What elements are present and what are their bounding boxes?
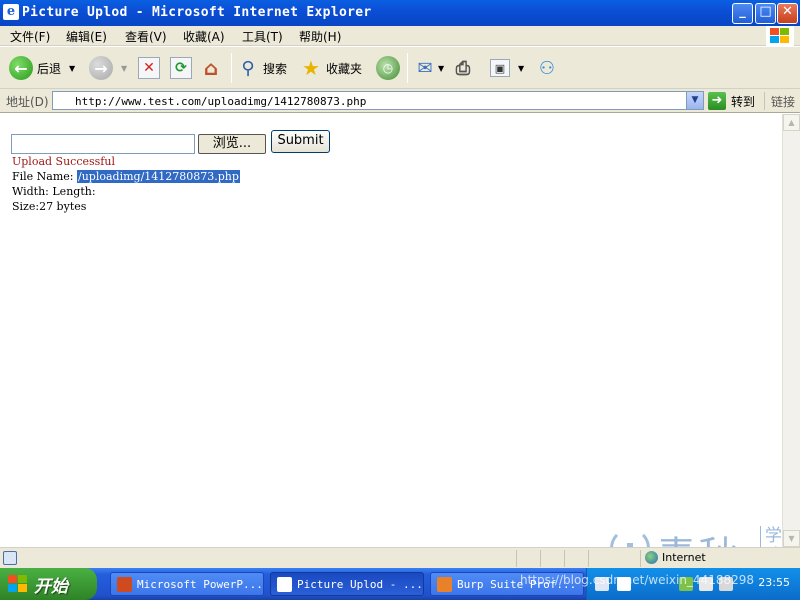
links-button[interactable]: 链接 <box>771 93 795 110</box>
page-icon <box>56 94 70 108</box>
scroll-up-icon[interactable]: ▲ <box>783 114 800 131</box>
status-pane <box>640 550 641 567</box>
search-icon: ⚲ <box>241 57 255 79</box>
task-label: Microsoft PowerP... <box>137 577 263 591</box>
file-path-input[interactable] <box>11 134 195 154</box>
go-button[interactable]: ➜ 转到 <box>708 92 755 110</box>
refresh-icon: ⟳ <box>170 57 192 79</box>
window-title: Picture Uplod - Microsoft Internet Explo… <box>22 5 372 20</box>
address-url[interactable]: http://www.test.com/uploadimg/1412780873… <box>75 95 366 108</box>
menu-view[interactable]: 查看(V) <box>125 28 167 45</box>
search-button[interactable]: ⚲ 搜索 <box>237 55 287 81</box>
edit-button[interactable]: ▣ ▼ <box>490 55 524 81</box>
favorites-icon: ★ <box>302 56 320 80</box>
messenger-icon: ⚇ <box>538 57 556 79</box>
menu-bar: 文件(F) 编辑(E) 查看(V) 收藏(A) 工具(T) 帮助(H) <box>0 26 800 46</box>
clock[interactable]: 23:55 <box>758 576 790 589</box>
refresh-button[interactable]: ⟳ <box>170 55 192 81</box>
home-icon: ⌂ <box>203 56 219 80</box>
history-icon: ◷ <box>376 56 400 80</box>
size-line: Size:27 bytes <box>12 200 87 213</box>
favorites-button[interactable]: ★ 收藏夹 <box>300 55 362 81</box>
upload-status-message: Upload Successful <box>12 155 115 168</box>
zone-label: Internet <box>662 551 706 564</box>
task-label: Picture Uplod - ... <box>297 577 423 591</box>
forward-button[interactable]: → ▼ <box>89 55 127 81</box>
edit-icon: ▣ <box>490 59 510 77</box>
windows-flag-icon <box>8 575 28 593</box>
status-pane <box>516 550 517 567</box>
menu-tools[interactable]: 工具(T) <box>242 28 283 45</box>
title-bar[interactable]: e Picture Uplod - Microsoft Internet Exp… <box>0 0 800 26</box>
watermark-url: https://blog.csdn.net/weixin_44188298 <box>520 573 755 587</box>
mail-button[interactable]: ✉ ▼ <box>414 55 444 81</box>
search-label: 搜索 <box>263 61 288 76</box>
back-dropdown-icon[interactable]: ▼ <box>69 64 75 73</box>
status-pane <box>588 550 589 567</box>
toolbar: ← 后退 ▼ → ▼ ✕ ⟳ ⌂ ⚲ 搜索 ★ 收藏夹 ◷ ✉ ▼ ⎙ ▣ ▼ … <box>0 47 800 89</box>
ie-icon: e <box>3 4 19 20</box>
security-zone: Internet <box>645 551 706 564</box>
messenger-button[interactable]: ⚇ <box>536 55 558 81</box>
status-pane <box>564 550 565 567</box>
home-button[interactable]: ⌂ <box>200 55 222 81</box>
burp-suite-icon <box>437 576 452 592</box>
start-label: 开始 <box>34 576 68 597</box>
start-button[interactable]: 开始 <box>0 568 97 600</box>
back-label: 后退 <box>37 61 62 76</box>
page-status-icon <box>3 551 17 565</box>
mail-icon: ✉ <box>417 57 433 79</box>
menu-help[interactable]: 帮助(H) <box>299 28 341 45</box>
favorites-label: 收藏夹 <box>326 61 363 76</box>
back-icon: ← <box>9 56 33 80</box>
forward-dropdown-icon[interactable]: ▼ <box>121 64 127 73</box>
windows-logo-icon <box>766 26 794 46</box>
task-internet-explorer[interactable]: Picture Uplod - ... <box>270 572 424 596</box>
toolbar-separator <box>407 53 408 83</box>
links-separator <box>764 92 765 110</box>
dimensions-line: Width: Length: <box>12 185 96 198</box>
address-label: 地址(D) <box>6 95 49 109</box>
page-content: 浏览... Submit Upload Successful File Name… <box>0 114 782 547</box>
status-pane <box>540 550 541 567</box>
file-name-line: File Name: /uploadimg/1412780873.php <box>12 170 240 183</box>
forward-icon: → <box>89 56 113 80</box>
globe-icon <box>645 551 658 564</box>
history-button[interactable]: ◷ <box>376 55 400 81</box>
mail-dropdown-icon[interactable]: ▼ <box>438 64 444 73</box>
print-button[interactable]: ⎙ <box>452 55 474 81</box>
edit-dropdown-icon[interactable]: ▼ <box>518 64 524 73</box>
address-dropdown-icon[interactable]: ▼ <box>686 92 703 109</box>
go-arrow-icon: ➜ <box>708 92 726 110</box>
stop-button[interactable]: ✕ <box>138 55 160 81</box>
minimize-button[interactable]: _ <box>732 3 753 24</box>
address-field[interactable]: http://www.test.com/uploadimg/1412780873… <box>52 91 704 110</box>
submit-button[interactable]: Submit <box>271 130 330 153</box>
browse-button[interactable]: 浏览... <box>198 134 266 154</box>
address-bar: 地址(D) http://www.test.com/uploadimg/1412… <box>0 89 800 113</box>
stop-icon: ✕ <box>138 57 160 79</box>
toolbar-separator <box>231 53 232 83</box>
print-icon: ⎙ <box>455 57 471 79</box>
file-name-label: File Name: <box>12 170 74 183</box>
file-name-value[interactable]: /uploadimg/1412780873.php <box>77 170 240 183</box>
vertical-scrollbar[interactable]: ▲ ▼ <box>782 114 800 547</box>
ie-icon <box>277 576 292 592</box>
maximize-button[interactable]: □ <box>755 3 776 24</box>
menu-edit[interactable]: 编辑(E) <box>66 28 107 45</box>
menu-file[interactable]: 文件(F) <box>10 28 50 45</box>
go-label: 转到 <box>731 94 756 109</box>
back-button[interactable]: ← 后退 ▼ <box>9 55 75 81</box>
status-bar: Internet <box>0 547 800 568</box>
close-button[interactable]: ✕ <box>777 3 798 24</box>
powerpoint-icon <box>117 576 132 592</box>
task-powerpoint[interactable]: Microsoft PowerP... <box>110 572 264 596</box>
menu-favorites[interactable]: 收藏(A) <box>183 28 225 45</box>
